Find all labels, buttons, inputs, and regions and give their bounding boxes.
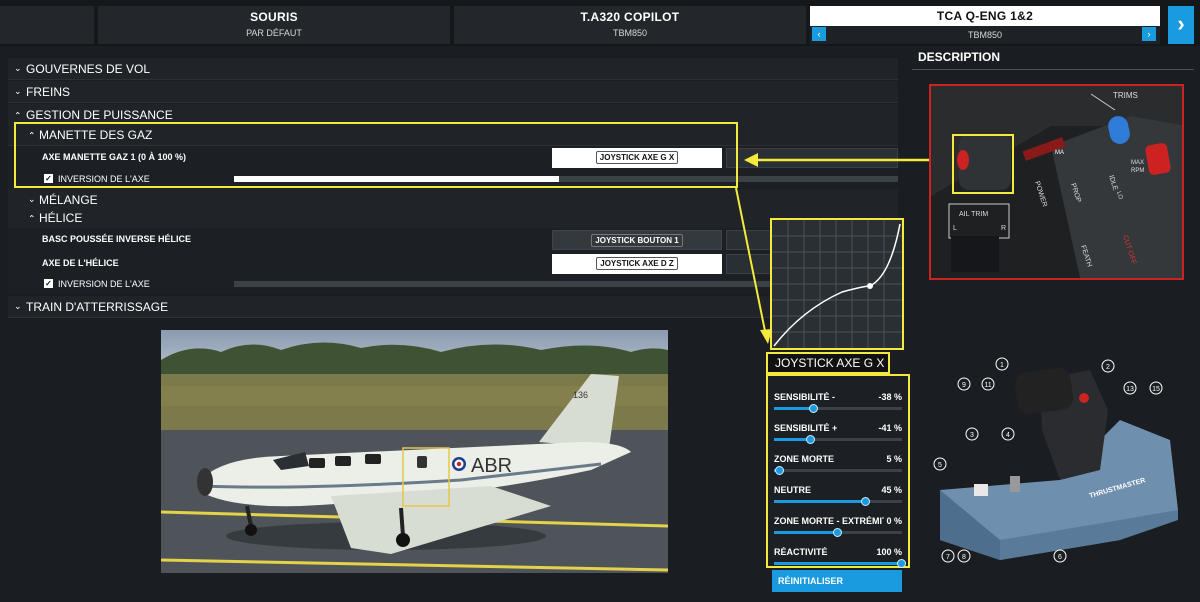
slider-track[interactable] <box>774 435 902 444</box>
cockpit-rpm-label: RPM <box>1131 168 1144 174</box>
slider-track[interactable] <box>774 497 902 506</box>
cockpit-trims-label: TRIMS <box>1113 91 1138 100</box>
slider-label: ZONE MORTE <box>774 454 834 464</box>
registration-text: ABR <box>471 455 512 477</box>
cockpit-l-label: L <box>953 225 957 232</box>
slider-handle[interactable] <box>808 404 818 413</box>
slider-track[interactable] <box>774 404 902 413</box>
axis-response-curve[interactable] <box>770 218 904 350</box>
slider-label: ZONE MORTE - EXTRÉMITÉ <box>774 516 884 526</box>
slider-value: 5 % <box>886 454 902 464</box>
sensitivity-sliders-panel: SENSIBILITÉ - -38 % SENSIBILITÉ + -41 % ZONE… <box>766 374 910 568</box>
slider-row[interactable]: NEUTRE 45 % <box>774 483 902 511</box>
callout-9: 9 <box>962 382 966 389</box>
slider-handle[interactable] <box>861 497 871 506</box>
slider-label: NEUTRE <box>774 485 812 495</box>
slider-value: -41 % <box>878 423 902 433</box>
slider-handle[interactable] <box>806 435 816 444</box>
slider-fill <box>774 531 838 534</box>
throttle-lever-highlight <box>952 134 1014 194</box>
curve-axis-label: JOYSTICK AXE G X <box>766 352 890 374</box>
aircraft-photo: ABR 136 <box>161 330 668 573</box>
callout-1: 1 <box>1000 362 1004 369</box>
slider-row[interactable]: SENSIBILITÉ - -38 % <box>774 390 902 418</box>
cockpit-max-label: MAX <box>1131 160 1144 166</box>
tca-quadrant-illustration: THRUSTMASTER 1 2 3 4 5 6 7 8 9 11 13 15 <box>930 350 1186 572</box>
callout-13: 13 <box>1126 386 1134 393</box>
callout-4: 4 <box>1006 432 1010 439</box>
cockpit-ail-trim-label: AIL TRIM <box>959 211 988 218</box>
slider-handle[interactable] <box>775 466 785 475</box>
slider-label: RÉACTIVITÉ <box>774 547 828 557</box>
tail-number-text: 136 <box>573 390 588 400</box>
slider-handle[interactable] <box>833 528 842 537</box>
cockpit-ma-label: MA <box>1055 150 1064 156</box>
slider-fill <box>774 562 902 565</box>
slider-label: SENSIBILITÉ + <box>774 423 838 433</box>
slider-track[interactable] <box>774 559 906 568</box>
callout-15: 15 <box>1152 386 1160 393</box>
slider-value: 45 % <box>881 485 902 495</box>
callout-8: 8 <box>962 554 966 561</box>
slider-track[interactable] <box>774 466 902 475</box>
callout-5: 5 <box>938 462 942 469</box>
slider-value: 100 % <box>876 547 902 557</box>
cockpit-r-label: R <box>1001 225 1006 232</box>
slider-row[interactable]: SENSIBILITÉ + -41 % <box>774 421 902 449</box>
callout-3: 3 <box>970 432 974 439</box>
slider-track[interactable] <box>774 528 902 537</box>
callout-6: 6 <box>1058 554 1062 561</box>
slider-row[interactable]: ZONE MORTE - EXTRÉMITÉ 0 % <box>774 514 902 542</box>
reset-button[interactable]: RÉINITIALISER <box>772 570 902 592</box>
slider-value: -38 % <box>878 392 902 402</box>
callout-7: 7 <box>946 554 950 561</box>
slider-fill <box>774 500 867 503</box>
callout-11: 11 <box>984 382 991 389</box>
slider-row[interactable]: ZONE MORTE 5 % <box>774 452 902 480</box>
slider-handle[interactable] <box>897 559 906 568</box>
callout-2: 2 <box>1106 364 1110 371</box>
slider-fill <box>774 407 814 410</box>
description-heading: DESCRIPTION <box>912 50 1194 70</box>
slider-value: 0 % <box>886 516 902 526</box>
slider-row[interactable]: RÉACTIVITÉ 100 % <box>774 545 906 573</box>
slider-label: SENSIBILITÉ - <box>774 392 836 402</box>
